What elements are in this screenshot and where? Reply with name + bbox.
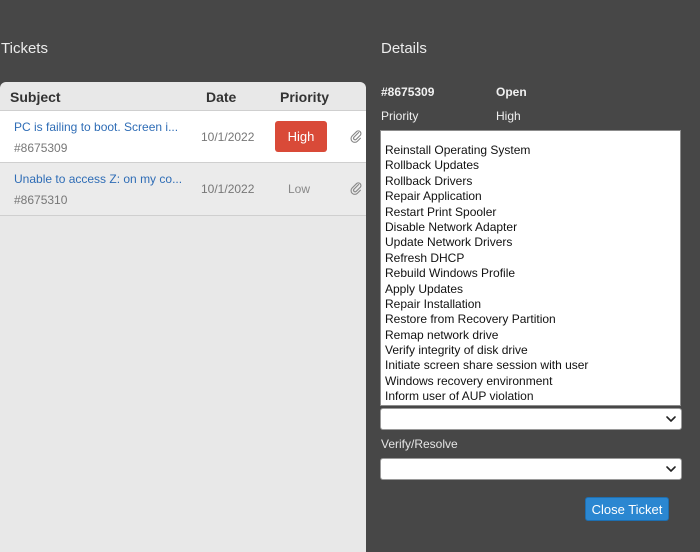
ticket-row[interactable]: PC is failing to boot. Screen i... #8675… xyxy=(0,110,366,164)
column-header-priority[interactable]: Priority xyxy=(280,89,329,105)
paperclip-icon[interactable] xyxy=(349,129,363,143)
action-option[interactable]: Refresh DHCP xyxy=(385,251,680,266)
action-option[interactable]: Remap network drive xyxy=(385,328,680,343)
ticket-list: Subject Date Priority PC is failing to b… xyxy=(0,82,366,552)
action-option[interactable]: Windows recovery environment xyxy=(385,374,680,389)
ticket-subject-link[interactable]: PC is failing to boot. Screen i... xyxy=(14,120,190,134)
ticket-id: #8675310 xyxy=(14,193,68,207)
column-header-date[interactable]: Date xyxy=(206,89,236,105)
action-option[interactable]: Repair Installation xyxy=(385,297,680,312)
ticket-date: 10/1/2022 xyxy=(201,130,255,144)
ticket-id: #8675309 xyxy=(14,141,68,155)
detail-ticket-id: #8675309 xyxy=(381,85,435,99)
verify-resolve-select[interactable] xyxy=(380,458,682,480)
detail-status: Open xyxy=(496,85,527,99)
details-title: Details xyxy=(381,40,427,57)
action-option[interactable]: Rollback Updates xyxy=(385,158,680,173)
action-option[interactable]: Reinstall Operating System xyxy=(385,143,680,158)
action-option[interactable]: Repair Application xyxy=(385,189,680,204)
action-option[interactable]: Restore from Recovery Partition xyxy=(385,312,680,327)
action-option[interactable]: Verify integrity of disk drive xyxy=(385,343,680,358)
action-option[interactable]: Rebuild Windows Profile xyxy=(385,266,680,281)
paperclip-icon[interactable] xyxy=(349,181,363,195)
ticket-date: 10/1/2022 xyxy=(201,182,255,196)
detail-priority-label: Priority xyxy=(381,109,419,123)
action-option[interactable]: Disable Network Adapter xyxy=(385,220,680,235)
action-select[interactable] xyxy=(380,408,682,430)
action-option[interactable]: Initiate screen share session with user xyxy=(385,358,680,373)
ticket-list-header: Subject Date Priority xyxy=(0,82,366,110)
ticket-row[interactable]: Unable to access Z: on my co... #8675310… xyxy=(0,162,366,216)
action-option[interactable]: Apply Updates xyxy=(385,282,680,297)
action-option[interactable]: Rollback Drivers xyxy=(385,174,680,189)
tickets-title: Tickets xyxy=(1,40,48,57)
action-option[interactable]: Inform user of AUP violation xyxy=(385,389,680,404)
verify-resolve-label: Verify/Resolve xyxy=(381,437,458,451)
chevron-down-icon xyxy=(666,416,676,422)
close-ticket-button[interactable]: Close Ticket xyxy=(585,497,669,521)
detail-priority-value: High xyxy=(496,109,521,123)
priority-label-low: Low xyxy=(288,182,311,196)
action-option[interactable]: Restart Print Spooler xyxy=(385,205,680,220)
ticket-subject-link[interactable]: Unable to access Z: on my co... xyxy=(14,172,190,186)
column-header-subject[interactable]: Subject xyxy=(10,89,61,105)
action-options-list[interactable]: Reinstall Operating System Rollback Upda… xyxy=(380,130,681,406)
chevron-down-icon xyxy=(666,466,676,472)
priority-badge-high: High xyxy=(275,121,327,152)
action-option[interactable]: Update Network Drivers xyxy=(385,235,680,250)
